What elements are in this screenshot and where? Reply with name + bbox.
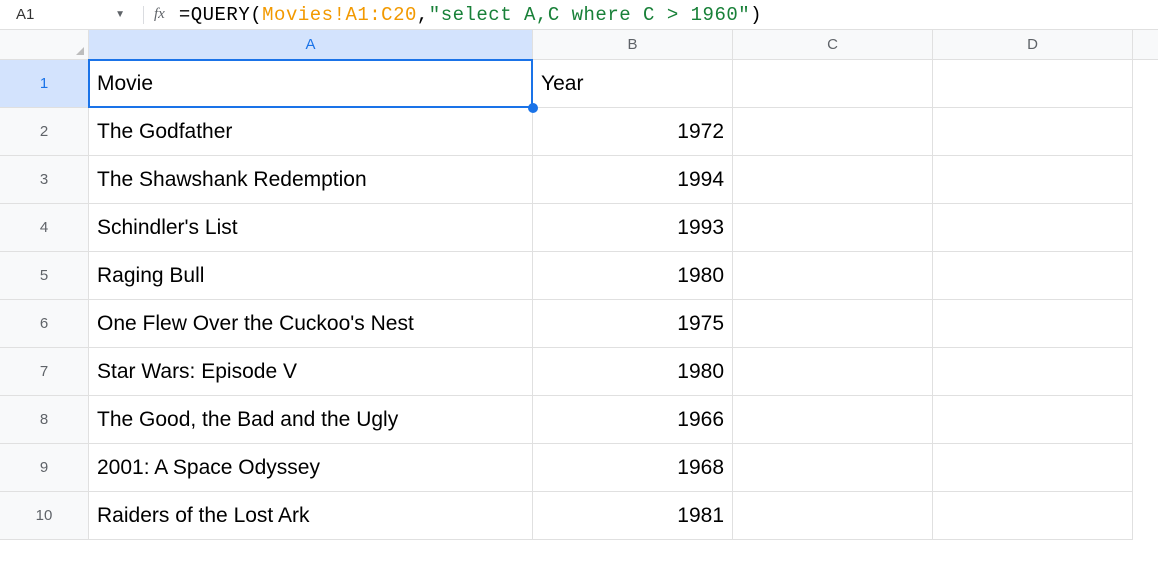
formula-prefix: =QUERY( bbox=[179, 4, 262, 26]
name-box-dropdown-icon[interactable]: ▼ bbox=[115, 9, 133, 20]
row-header[interactable]: 8 bbox=[0, 396, 89, 444]
cell[interactable] bbox=[733, 108, 933, 156]
formula-comma: , bbox=[417, 4, 429, 26]
row-header[interactable]: 3 bbox=[0, 156, 89, 204]
row: 92001: A Space Odyssey1968 bbox=[0, 444, 1158, 492]
column-header-a[interactable]: A bbox=[89, 30, 533, 59]
cell[interactable] bbox=[933, 252, 1133, 300]
cell[interactable]: 2001: A Space Odyssey bbox=[89, 444, 533, 492]
row-header[interactable]: 6 bbox=[0, 300, 89, 348]
column-headers: A B C D bbox=[0, 30, 1158, 60]
divider bbox=[143, 6, 144, 24]
cell[interactable] bbox=[933, 492, 1133, 540]
row-header[interactable]: 10 bbox=[0, 492, 89, 540]
row: 5Raging Bull1980 bbox=[0, 252, 1158, 300]
row: 10Raiders of the Lost Ark1981 bbox=[0, 492, 1158, 540]
cell[interactable]: Movie bbox=[89, 60, 533, 108]
cell[interactable]: 1981 bbox=[533, 492, 733, 540]
cell[interactable] bbox=[733, 156, 933, 204]
cell[interactable]: 1972 bbox=[533, 108, 733, 156]
cell[interactable]: 1968 bbox=[533, 444, 733, 492]
formula-range: Movies!A1:C20 bbox=[262, 4, 417, 26]
cell[interactable]: Raiders of the Lost Ark bbox=[89, 492, 533, 540]
cell[interactable]: 1993 bbox=[533, 204, 733, 252]
cell[interactable] bbox=[733, 252, 933, 300]
cell[interactable] bbox=[933, 396, 1133, 444]
cell[interactable]: The Godfather bbox=[89, 108, 533, 156]
cell[interactable]: Schindler's List bbox=[89, 204, 533, 252]
cell[interactable] bbox=[933, 348, 1133, 396]
row-header[interactable]: 9 bbox=[0, 444, 89, 492]
column-header-c[interactable]: C bbox=[733, 30, 933, 59]
cell[interactable]: One Flew Over the Cuckoo's Nest bbox=[89, 300, 533, 348]
row: 6One Flew Over the Cuckoo's Nest1975 bbox=[0, 300, 1158, 348]
cell[interactable] bbox=[733, 444, 933, 492]
row: 4Schindler's List1993 bbox=[0, 204, 1158, 252]
column-header-b[interactable]: B bbox=[533, 30, 733, 59]
cell[interactable] bbox=[733, 204, 933, 252]
cell[interactable]: Raging Bull bbox=[89, 252, 533, 300]
row: 3The Shawshank Redemption1994 bbox=[0, 156, 1158, 204]
cell[interactable] bbox=[733, 348, 933, 396]
cell[interactable] bbox=[933, 156, 1133, 204]
cell[interactable]: The Shawshank Redemption bbox=[89, 156, 533, 204]
row: 1MovieYear bbox=[0, 60, 1158, 108]
row: 8The Good, the Bad and the Ugly1966 bbox=[0, 396, 1158, 444]
cell[interactable] bbox=[933, 300, 1133, 348]
formula-query: "select A,C where C > 1960" bbox=[429, 4, 750, 26]
formula-suffix: ) bbox=[750, 4, 762, 26]
row-header[interactable]: 1 bbox=[0, 60, 89, 108]
formula-bar: A1 ▼ fx =QUERY(Movies!A1:C20, "select A,… bbox=[0, 0, 1158, 30]
cell[interactable]: 1975 bbox=[533, 300, 733, 348]
row: 7Star Wars: Episode V1980 bbox=[0, 348, 1158, 396]
cell[interactable]: Star Wars: Episode V bbox=[89, 348, 533, 396]
cell[interactable] bbox=[933, 108, 1133, 156]
cell[interactable] bbox=[733, 492, 933, 540]
cell[interactable] bbox=[733, 396, 933, 444]
row-header[interactable]: 7 bbox=[0, 348, 89, 396]
formula-input[interactable]: =QUERY(Movies!A1:C20, "select A,C where … bbox=[179, 4, 762, 26]
cell[interactable]: Year bbox=[533, 60, 733, 108]
row-header[interactable]: 5 bbox=[0, 252, 89, 300]
cell[interactable] bbox=[933, 204, 1133, 252]
row-header[interactable]: 2 bbox=[0, 108, 89, 156]
name-box[interactable]: A1 ▼ bbox=[8, 6, 133, 23]
fx-label: fx bbox=[154, 6, 165, 23]
cell[interactable] bbox=[733, 300, 933, 348]
cell[interactable] bbox=[933, 444, 1133, 492]
select-all-corner[interactable] bbox=[0, 30, 89, 59]
cell[interactable] bbox=[733, 60, 933, 108]
column-header-d[interactable]: D bbox=[933, 30, 1133, 59]
grid-container: A B C D 1MovieYear2The Godfather19723The… bbox=[0, 30, 1158, 540]
cell[interactable]: 1966 bbox=[533, 396, 733, 444]
row-header[interactable]: 4 bbox=[0, 204, 89, 252]
cell[interactable] bbox=[933, 60, 1133, 108]
name-box-value: A1 bbox=[16, 6, 34, 23]
cell[interactable]: 1980 bbox=[533, 252, 733, 300]
cell[interactable]: 1994 bbox=[533, 156, 733, 204]
cell[interactable]: 1980 bbox=[533, 348, 733, 396]
cell[interactable]: The Good, the Bad and the Ugly bbox=[89, 396, 533, 444]
row: 2The Godfather1972 bbox=[0, 108, 1158, 156]
